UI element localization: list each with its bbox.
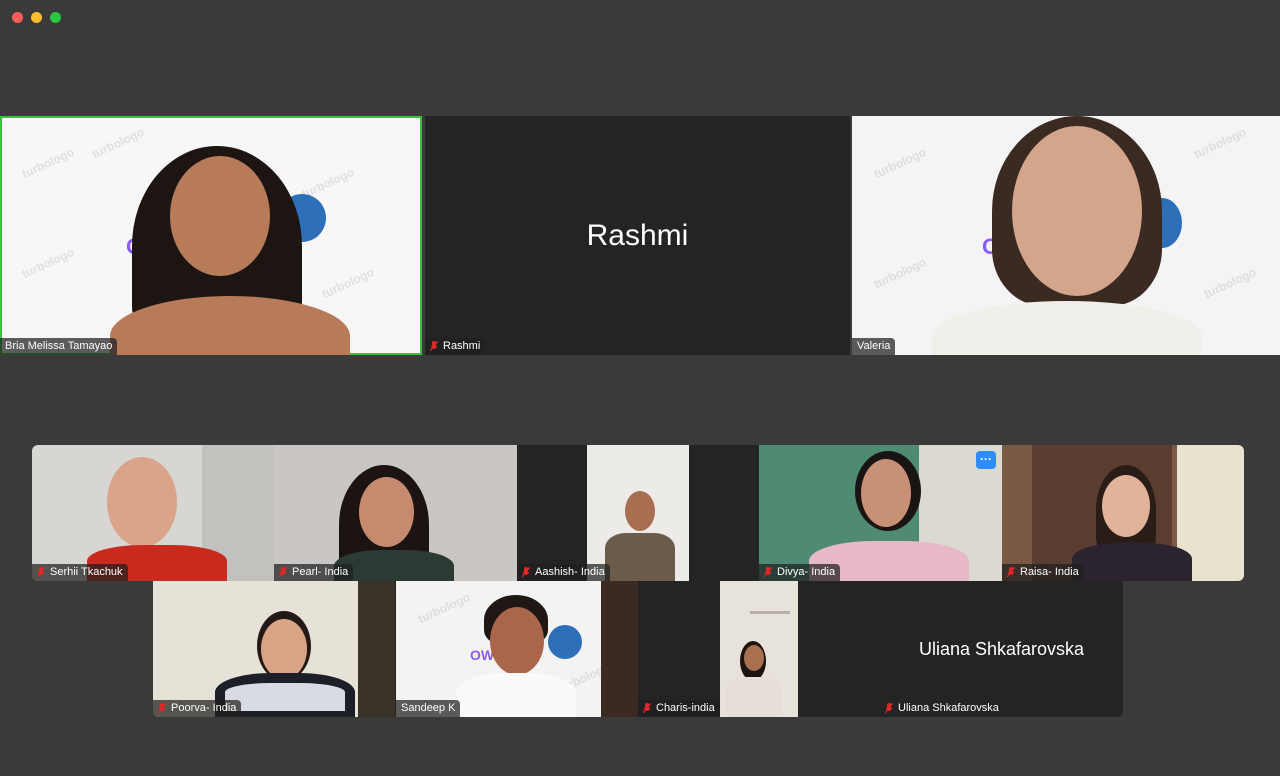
watermark: turbologo: [319, 264, 377, 302]
ceiling-fan: [750, 611, 790, 614]
participant-name-label: Valeria: [852, 338, 896, 355]
person-face: [1102, 475, 1150, 537]
muted-mic-icon: [764, 567, 772, 578]
participant-name-label: Serhii Tkachuk: [32, 564, 128, 581]
participant-name-label: Aashish- India: [517, 564, 610, 581]
person-body: [726, 677, 782, 717]
background-shelf: [358, 581, 395, 717]
video-tile-valeria[interactable]: turbologo turbologo turbologo turbologo …: [852, 116, 1280, 355]
participant-name-label: Rashmi: [425, 338, 486, 355]
gallery-row-1: Serhii Tkachuk Pearl- India Aashish- Ind…: [32, 445, 1244, 581]
video-tile-sandeep[interactable]: turbologo turbologo OW Sandeep K: [396, 581, 638, 717]
video-tile-serhii[interactable]: Serhii Tkachuk: [32, 445, 274, 581]
participant-name: Pearl- India: [292, 566, 349, 578]
person-face: [359, 477, 414, 547]
muted-mic-icon: [37, 567, 45, 578]
participant-name: Rashmi: [443, 340, 481, 352]
video-tile-uliana[interactable]: Uliana Shkafarovska Uliana Shkafarovska: [880, 581, 1123, 717]
video-tile-divya[interactable]: ··· Divya- India: [759, 445, 1002, 581]
video-tile-charis[interactable]: Charis-india: [638, 581, 880, 717]
participant-name-label: Poorva- India: [153, 700, 242, 717]
window-controls: [12, 12, 61, 23]
person-body: [605, 533, 675, 581]
muted-mic-icon: [1007, 567, 1015, 578]
muted-mic-icon: [158, 703, 166, 714]
participant-name: Aashish- India: [535, 566, 605, 578]
watermark: turbologo: [415, 589, 473, 627]
maximize-window-button[interactable]: [50, 12, 61, 23]
person-face: [490, 607, 544, 675]
muted-mic-icon: [885, 703, 893, 714]
participant-name-label: Bria Melissa Tamayao: [0, 338, 118, 355]
video-tile-rashmi[interactable]: Rashmi Rashmi: [425, 116, 850, 355]
minimize-window-button[interactable]: [31, 12, 42, 23]
muted-mic-icon: [522, 567, 530, 578]
person-body: [456, 673, 576, 717]
video-tile-pearl[interactable]: Pearl- India: [274, 445, 517, 581]
close-window-button[interactable]: [12, 12, 23, 23]
participant-name: Bria Melissa Tamayao: [5, 340, 113, 352]
person-face: [861, 459, 911, 527]
participant-name: Charis-india: [656, 702, 715, 714]
watermark: turbologo: [19, 144, 77, 182]
participant-name-label: Pearl- India: [274, 564, 354, 581]
background-frame: [601, 581, 638, 717]
muted-mic-icon: [430, 341, 438, 352]
person-face: [261, 619, 307, 679]
participant-name: Serhii Tkachuk: [50, 566, 123, 578]
watermark: turbologo: [1191, 124, 1249, 162]
video-tile-poorva[interactable]: Poorva- India: [153, 581, 395, 717]
person-face: [107, 457, 177, 547]
participant-name: Divya- India: [777, 566, 836, 578]
watermark: turbologo: [871, 254, 929, 292]
person-face: [170, 156, 270, 276]
more-options-button[interactable]: ···: [976, 451, 996, 469]
participant-name: Poorva- India: [171, 702, 237, 714]
participant-name-label: Uliana Shkafarovska: [880, 700, 1004, 717]
video-feed: [587, 445, 689, 581]
participant-name: Uliana Shkafarovska: [898, 702, 999, 714]
person-face: [744, 645, 764, 671]
gallery-row-2: Poorva- India turbologo turbologo OW San…: [153, 581, 1123, 717]
person-face: [1012, 126, 1142, 296]
muted-mic-icon: [279, 567, 287, 578]
participant-name-label: Raisa- India: [1002, 564, 1084, 581]
participant-name: Valeria: [857, 340, 891, 352]
globe-logo-icon: [548, 625, 582, 659]
muted-mic-icon: [643, 703, 651, 714]
person-body: [1072, 543, 1192, 581]
video-tile-raisa[interactable]: Raisa- India: [1002, 445, 1244, 581]
participant-name: Raisa- India: [1020, 566, 1079, 578]
watermark: turbologo: [19, 244, 77, 282]
participant-name-label: Sandeep K: [396, 700, 461, 717]
person-face: [625, 491, 655, 531]
video-tile-aashish[interactable]: Aashish- India: [517, 445, 759, 581]
watermark: turbologo: [89, 124, 147, 162]
watermark: turbologo: [1201, 264, 1259, 302]
participant-display-name: Uliana Shkafarovska: [918, 639, 1085, 659]
person-body: [932, 301, 1202, 355]
participant-name-label: Charis-india: [638, 700, 720, 717]
participant-display-name: Rashmi: [586, 218, 689, 252]
video-feed: [720, 581, 798, 717]
participant-name: Sandeep K: [401, 702, 456, 714]
participant-name-label: Divya- India: [759, 564, 841, 581]
watermark: turbologo: [871, 144, 929, 182]
video-tile-bria[interactable]: turbologo turbologo turbologo turbologo …: [0, 116, 422, 355]
